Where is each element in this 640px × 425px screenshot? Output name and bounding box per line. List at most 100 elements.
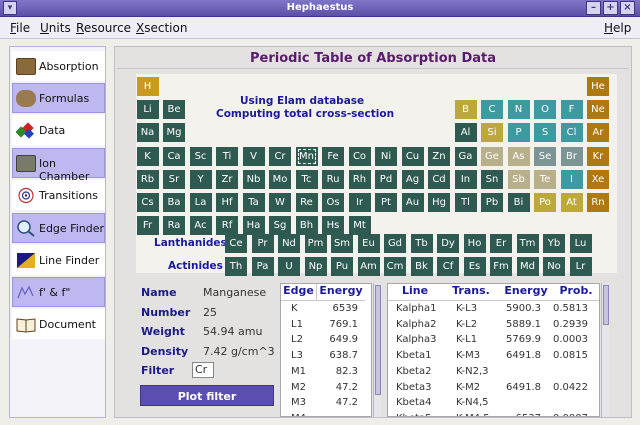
element-tc[interactable]: Tc [295,169,318,189]
element-fe[interactable]: Fe [322,146,344,166]
element-ga[interactable]: Ga [454,146,477,166]
element-po[interactable]: Po [534,193,556,212]
element-i[interactable]: I [560,169,583,189]
element-te[interactable]: Te [534,169,556,189]
maximize-icon[interactable]: + [603,1,618,15]
element-ag[interactable]: Ag [401,169,424,189]
element-nd[interactable]: Nd [278,234,300,253]
element-p[interactable]: P [507,123,530,143]
element-rf[interactable]: Rf [216,216,238,236]
element-am[interactable]: Am [357,257,380,276]
lines-scrollbar[interactable] [601,283,609,417]
element-la[interactable]: La [189,193,212,212]
element-b[interactable]: B [454,100,477,120]
element-sm[interactable]: Sm [331,234,353,253]
element-ra[interactable]: Ra [163,216,185,236]
element-at[interactable]: At [560,193,583,212]
element-hg[interactable]: Hg [428,193,450,212]
element-mt[interactable]: Mt [348,216,371,236]
element-ir[interactable]: Ir [348,193,371,212]
element-sr[interactable]: Sr [163,169,185,189]
element-gd[interactable]: Gd [384,234,406,253]
element-pu[interactable]: Pu [331,257,353,276]
element-pr[interactable]: Pr [251,234,274,253]
element-be[interactable]: Be [163,100,185,120]
element-cr[interactable]: Cr [269,146,291,166]
element-cs[interactable]: Cs [136,193,159,212]
element-f[interactable]: F [560,100,583,120]
menu-resource[interactable]: Resource [76,21,131,35]
minimize-icon[interactable]: – [586,1,601,15]
element-lu[interactable]: Lu [569,234,592,253]
element-tm[interactable]: Tm [516,234,539,253]
element-fm[interactable]: Fm [490,257,512,276]
element-rn[interactable]: Rn [587,193,609,212]
element-k[interactable]: K [136,146,159,166]
element-fr[interactable]: Fr [136,216,159,236]
sidebar-item-edge-finder[interactable]: Edge Finder [12,213,105,243]
edges-scrollbar[interactable] [373,283,381,417]
sidebar-item-data[interactable]: Data [12,115,105,145]
menu-xsection[interactable]: Xsection [136,21,187,35]
element-no[interactable]: No [543,257,565,276]
element-pt[interactable]: Pt [375,193,397,212]
element-o[interactable]: O [534,100,556,120]
menu-help[interactable]: Help [604,21,631,35]
element-si[interactable]: Si [481,123,503,143]
element-sn[interactable]: Sn [481,169,503,189]
lines-scrollbar-thumb[interactable] [603,285,609,325]
element-v[interactable]: V [242,146,265,166]
plot-filter-button[interactable]: Plot filter [140,385,274,406]
element-cl[interactable]: Cl [560,123,583,143]
sidebar-item-anomalous[interactable]: f' & f" [12,277,105,307]
element-eu[interactable]: Eu [357,234,380,253]
filter-input[interactable]: Cr [192,362,214,378]
element-tl[interactable]: Tl [454,193,477,212]
element-c[interactable]: C [481,100,503,120]
sidebar-item-ion-chamber[interactable]: Ion Chamber [12,148,105,183]
edges-scrollbar-thumb[interactable] [375,285,381,395]
element-he[interactable]: He [587,77,609,96]
element-rh[interactable]: Rh [348,169,371,189]
element-li[interactable]: Li [136,100,159,120]
element-pa[interactable]: Pa [251,257,274,276]
element-ne[interactable]: Ne [587,100,609,120]
element-mg[interactable]: Mg [163,123,185,143]
element-al[interactable]: Al [454,123,477,143]
element-bh[interactable]: Bh [295,216,318,236]
element-au[interactable]: Au [401,193,424,212]
sidebar-item-transitions[interactable]: Transitions [12,180,105,210]
element-cd[interactable]: Cd [428,169,450,189]
element-u[interactable]: U [278,257,300,276]
element-cm[interactable]: Cm [384,257,406,276]
element-er[interactable]: Er [490,234,512,253]
element-md[interactable]: Md [516,257,539,276]
element-sc[interactable]: Sc [189,146,212,166]
element-ho[interactable]: Ho [463,234,486,253]
element-ar[interactable]: Ar [587,123,609,143]
element-cf[interactable]: Cf [437,257,459,276]
element-bi[interactable]: Bi [507,193,530,212]
element-ce[interactable]: Ce [225,234,247,253]
element-pb[interactable]: Pb [481,193,503,212]
sidebar-item-formulas[interactable]: Formulas [12,83,105,113]
element-os[interactable]: Os [322,193,344,212]
element-n[interactable]: N [507,100,530,120]
element-sg[interactable]: Sg [269,216,291,236]
element-ac[interactable]: Ac [189,216,212,236]
element-ta[interactable]: Ta [242,193,265,212]
menu-units[interactable]: Units [40,21,71,35]
element-hf[interactable]: Hf [216,193,238,212]
element-th[interactable]: Th [225,257,247,276]
element-bk[interactable]: Bk [410,257,433,276]
element-nb[interactable]: Nb [242,169,265,189]
element-ni[interactable]: Ni [375,146,397,166]
element-hs[interactable]: Hs [322,216,344,236]
element-zr[interactable]: Zr [216,169,238,189]
element-y[interactable]: Y [189,169,212,189]
element-cu[interactable]: Cu [401,146,424,166]
element-ca[interactable]: Ca [163,146,185,166]
element-in[interactable]: In [454,169,477,189]
element-na[interactable]: Na [136,123,159,143]
element-np[interactable]: Np [304,257,327,276]
